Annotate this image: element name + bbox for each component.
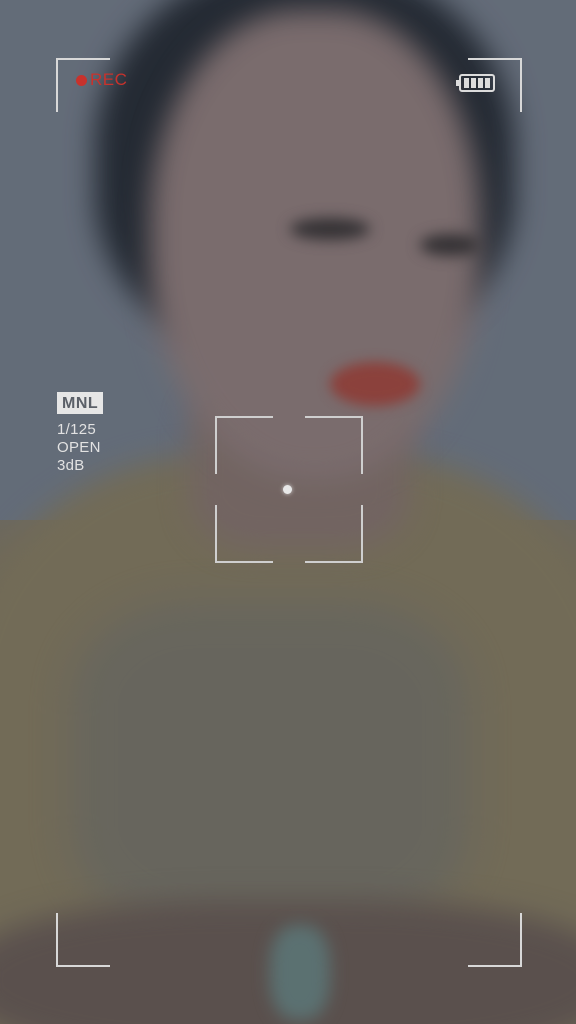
- viewfinder-overlay: REC MNL 1/125 OPEN 3dB: [0, 0, 576, 1024]
- focus-point-icon: [283, 485, 292, 494]
- recording-label: REC: [90, 70, 128, 89]
- frame-corner-bottom-left: [56, 913, 110, 967]
- gain-value: 3dB: [57, 457, 85, 474]
- aperture-value: OPEN: [57, 439, 101, 456]
- focus-corner-bottom-left: [215, 505, 273, 563]
- focus-corner-bottom-right: [305, 505, 363, 563]
- camera-viewfinder: REC MNL 1/125 OPEN 3dB: [0, 0, 576, 1024]
- frame-corner-bottom-right: [468, 913, 522, 967]
- recording-indicator: REC: [76, 70, 127, 90]
- battery-icon: [456, 73, 496, 93]
- record-dot-icon: [76, 74, 87, 86]
- shutter-speed: 1/125: [57, 421, 97, 438]
- mode-badge: MNL: [57, 392, 104, 414]
- camera-settings-panel: MNL 1/125 OPEN 3dB: [57, 392, 104, 475]
- focus-frame-icon: [215, 416, 363, 563]
- focus-corner-top-right: [305, 416, 363, 474]
- focus-corner-top-left: [215, 416, 273, 474]
